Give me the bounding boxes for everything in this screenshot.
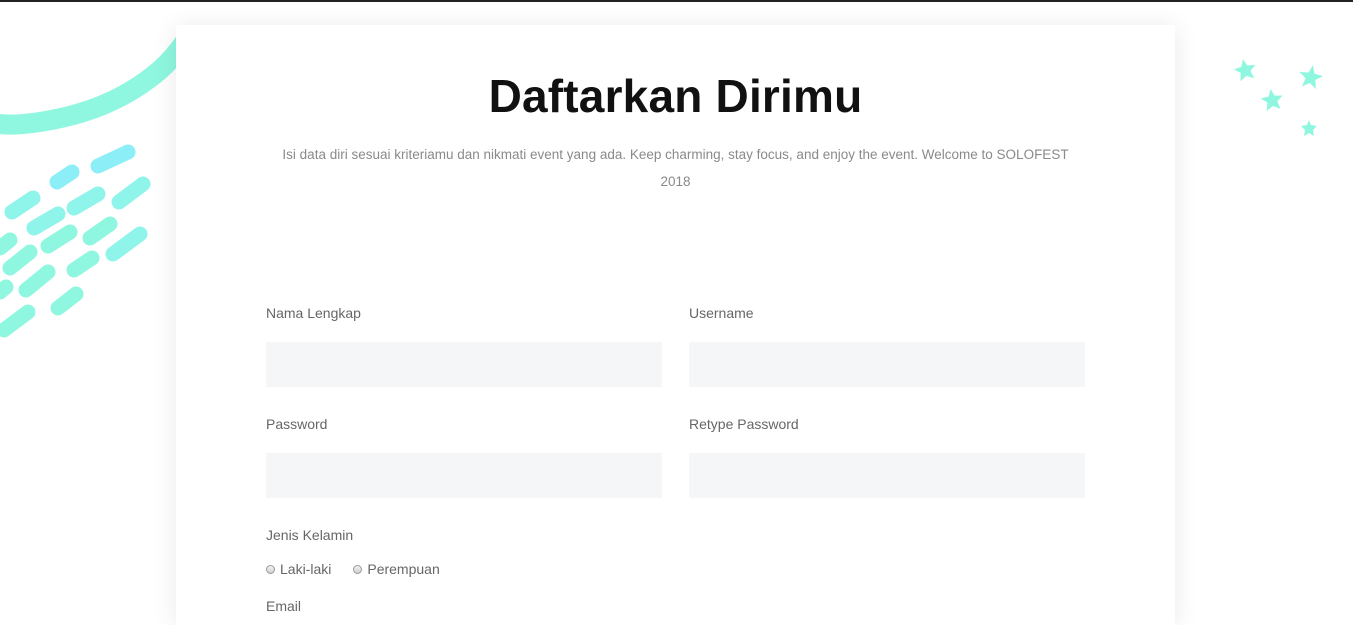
top-border <box>0 0 1353 2</box>
username-input[interactable] <box>689 342 1085 387</box>
gender-option-female[interactable]: Perempuan <box>353 561 440 577</box>
full-name-input[interactable] <box>266 342 662 387</box>
gender-radio-group: Laki-laki Perempuan <box>266 560 462 578</box>
retype-password-label: Retype Password <box>689 416 799 432</box>
stars-decoration <box>1233 59 1324 136</box>
email-label: Email <box>266 598 302 614</box>
gender-label: Jenis Kelamin <box>266 527 354 543</box>
radio-female[interactable] <box>353 564 363 574</box>
page-subtitle: Isi data diri sesuai kriteriamu dan nikm… <box>282 147 1069 189</box>
gender-option-female-label: Perempuan <box>367 561 440 577</box>
password-input[interactable] <box>266 453 662 498</box>
password-label: Password <box>266 416 328 432</box>
gender-option-male-label: Laki-laki <box>280 561 332 577</box>
brush-stroke-decoration <box>0 30 180 338</box>
full-name-label: Nama Lengkap <box>266 305 361 321</box>
radio-male[interactable] <box>266 564 275 574</box>
retype-password-input[interactable] <box>689 453 1085 498</box>
gender-option-male[interactable]: Laki-laki <box>266 561 331 577</box>
username-label: Username <box>689 305 754 321</box>
registration-card: Daftarkan Dirimu Isi data diri sesuai kr… <box>176 25 1175 625</box>
page-title: Daftarkan Dirimu <box>488 70 863 122</box>
